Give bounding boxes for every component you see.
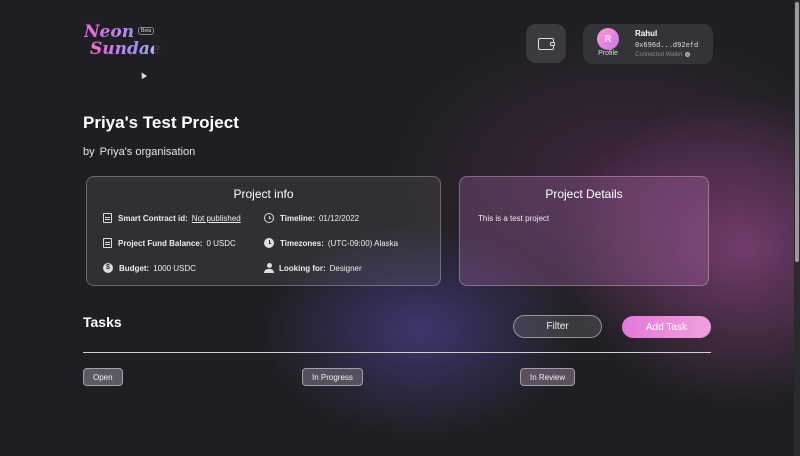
clock-icon [264, 238, 274, 248]
brand-logo[interactable]: Neon Sundae Beta [84, 24, 161, 72]
smart-contract-link[interactable]: Not published [192, 214, 241, 223]
by-prefix: by [83, 146, 95, 158]
organisation-line: by Priya's organisation [83, 146, 195, 158]
project-details-heading: Project Details [545, 187, 623, 201]
project-info-heading: Project info [233, 187, 294, 201]
avatar[interactable]: R [597, 28, 619, 50]
fund-balance-value: 0 USDC [206, 238, 236, 248]
profile-card[interactable]: R Profile Rahul 0x696d...d92efd Connecte… [583, 24, 713, 64]
profile-label: Profile [598, 50, 618, 57]
smart-contract-label: Smart Contract id: [118, 213, 188, 223]
timeline-value: 01/12/2022 [318, 213, 360, 223]
status-dot-icon [685, 52, 691, 57]
fund-icon [103, 238, 112, 248]
budget-row: $ Budget: 1000 USDC [103, 263, 196, 273]
looking-for-label: Looking for: [279, 263, 326, 273]
scrollbar-thumb[interactable] [795, 2, 799, 262]
wallet-status-text: Connected Wallet [635, 52, 683, 59]
timezones-value: (UTC-09:00) Alaska [327, 238, 399, 248]
timeline-label: Timeline: [280, 213, 315, 223]
beta-badge: Beta [138, 27, 155, 35]
looking-for-row: Looking for: Designer [264, 263, 362, 273]
page-scrollbar[interactable] [794, 0, 800, 456]
timezones-row: Timezones: (UTC-09:00) Alaska [264, 238, 398, 248]
wallet-icon [538, 37, 555, 50]
timeline-icon [264, 213, 274, 223]
add-task-button[interactable]: Add Task [622, 316, 711, 338]
dollar-icon: $ [103, 263, 113, 273]
person-icon [264, 263, 274, 273]
project-details-card: Project Details This is a test project [459, 176, 709, 286]
filter-button[interactable]: Filter [513, 315, 602, 338]
tasks-divider [83, 352, 711, 353]
smart-contract-row: Smart Contract id: Not published [103, 213, 241, 223]
column-in-review[interactable]: In Review [520, 368, 576, 386]
budget-value: 1000 USDC [153, 263, 196, 273]
page-title: Priya's Test Project [83, 113, 239, 132]
timeline-row: Timeline: 01/12/2022 [264, 213, 359, 223]
project-description: This is a test project [478, 214, 550, 223]
timezones-label: Timezones: [280, 238, 324, 248]
document-icon [103, 213, 112, 223]
wallet-address: 0x696d...d92efd [635, 41, 699, 49]
wallet-status: Connected Wallet [635, 52, 691, 59]
budget-label: Budget: [119, 263, 150, 273]
project-info-card: Project info Smart Contract id: Not publ… [86, 176, 441, 286]
user-name: Rahul [635, 29, 658, 38]
looking-for-value: Designer [329, 263, 362, 273]
tasks-heading: Tasks [83, 314, 122, 330]
logo-line-2: Sundae [90, 39, 161, 59]
column-in-progress[interactable]: In Progress [302, 368, 363, 386]
fund-balance-label: Project Fund Balance: [118, 238, 203, 248]
fund-balance-row: Project Fund Balance: 0 USDC [103, 238, 236, 248]
organisation-name: Priya's organisation [99, 146, 196, 158]
column-open[interactable]: Open [83, 368, 123, 386]
wallet-button[interactable] [526, 24, 566, 63]
